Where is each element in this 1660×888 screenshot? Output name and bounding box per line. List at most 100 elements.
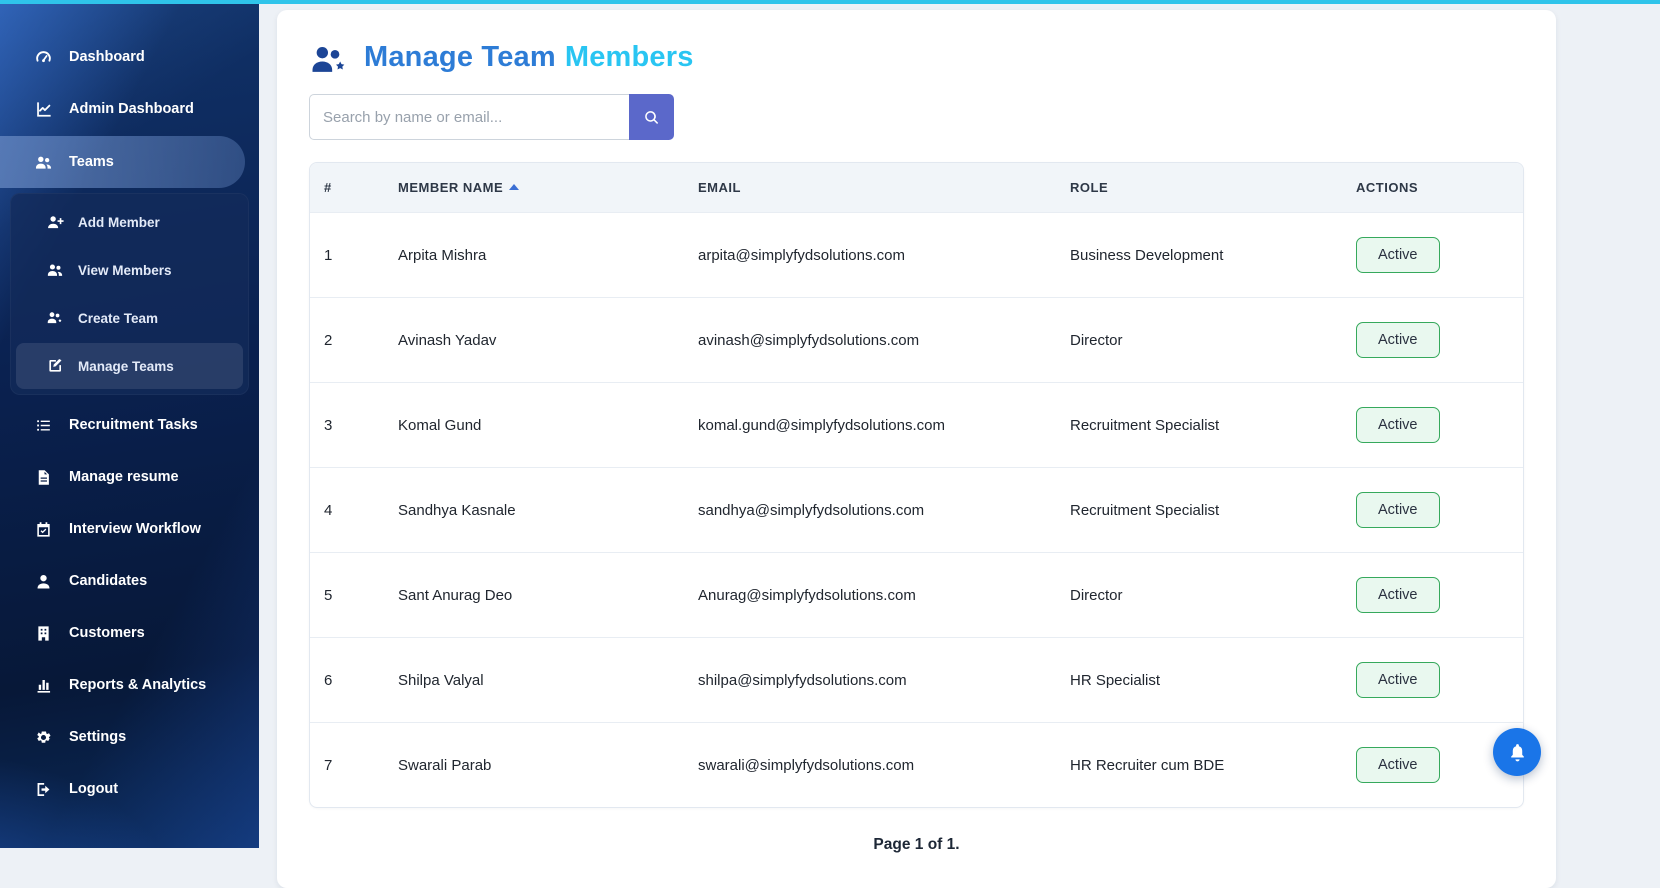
building-icon bbox=[34, 624, 53, 643]
search-bar bbox=[309, 94, 1524, 140]
edit-icon bbox=[46, 357, 64, 375]
sidebar-nav: Dashboard Admin Dashboard Teams Add Memb… bbox=[0, 0, 259, 814]
list-icon bbox=[34, 416, 53, 435]
status-active-button[interactable]: Active bbox=[1356, 747, 1440, 783]
sidebar-item-logout[interactable]: Logout bbox=[0, 764, 259, 814]
status-active-button[interactable]: Active bbox=[1356, 322, 1440, 358]
column-header-email: EMAIL bbox=[684, 163, 1056, 213]
users-gear-icon bbox=[46, 309, 64, 327]
column-header-member-name[interactable]: MEMBER NAME bbox=[384, 163, 684, 213]
chart-line-icon bbox=[34, 100, 53, 119]
cell-index: 7 bbox=[310, 723, 384, 808]
users-icon bbox=[34, 153, 53, 172]
bell-icon bbox=[1507, 742, 1528, 763]
sidebar-item-view-members[interactable]: View Members bbox=[16, 247, 243, 293]
cell-index: 6 bbox=[310, 638, 384, 723]
cell-role: Recruitment Specialist bbox=[1056, 468, 1342, 553]
status-active-button[interactable]: Active bbox=[1356, 492, 1440, 528]
sidebar-item-manage-resume[interactable]: Manage resume bbox=[0, 452, 259, 502]
column-header-index: # bbox=[310, 163, 384, 213]
cell-actions: Active bbox=[1342, 468, 1523, 553]
sort-ascending-icon bbox=[509, 184, 519, 190]
page-title-accent: Members bbox=[565, 41, 694, 73]
cell-email: swarali@simplyfydsolutions.com bbox=[684, 723, 1056, 808]
sidebar-item-label: Candidates bbox=[69, 573, 147, 589]
cell-member-name: Komal Gund bbox=[384, 383, 684, 468]
sidebar-item-admin-dashboard[interactable]: Admin Dashboard bbox=[0, 84, 259, 134]
user-plus-icon bbox=[46, 213, 64, 231]
cell-email: Anurag@simplyfydsolutions.com bbox=[684, 553, 1056, 638]
cell-member-name: Arpita Mishra bbox=[384, 213, 684, 298]
user-icon bbox=[34, 572, 53, 591]
status-active-button[interactable]: Active bbox=[1356, 577, 1440, 613]
sidebar-item-label: Add Member bbox=[78, 215, 160, 230]
gauge-icon bbox=[34, 48, 53, 67]
top-accent-strip bbox=[0, 0, 1660, 4]
page-title-primary: Manage Team bbox=[364, 41, 556, 73]
sidebar-item-reports-analytics[interactable]: Reports & Analytics bbox=[0, 660, 259, 710]
sidebar-item-customers[interactable]: Customers bbox=[0, 608, 259, 658]
table-row: 6 Shilpa Valyal shilpa@simplyfydsolution… bbox=[310, 638, 1523, 723]
page-header: Manage Team Members bbox=[309, 40, 1524, 74]
sidebar-item-recruitment-tasks[interactable]: Recruitment Tasks bbox=[0, 400, 259, 450]
search-button[interactable] bbox=[629, 94, 674, 140]
file-icon bbox=[34, 468, 53, 487]
teams-submenu: Add Member View Members Create Team Mana… bbox=[10, 193, 249, 395]
cell-index: 1 bbox=[310, 213, 384, 298]
cell-email: komal.gund@simplyfydsolutions.com bbox=[684, 383, 1056, 468]
bar-chart-icon bbox=[34, 676, 53, 695]
sidebar-item-label: Customers bbox=[69, 625, 145, 641]
cell-actions: Active bbox=[1342, 298, 1523, 383]
sidebar-item-teams[interactable]: Teams bbox=[0, 136, 245, 188]
cell-member-name: Sandhya Kasnale bbox=[384, 468, 684, 553]
sidebar-item-label: View Members bbox=[78, 263, 172, 278]
cell-index: 2 bbox=[310, 298, 384, 383]
table-row: 1 Arpita Mishra arpita@simplyfydsolution… bbox=[310, 213, 1523, 298]
status-active-button[interactable]: Active bbox=[1356, 407, 1440, 443]
notifications-fab-button[interactable] bbox=[1493, 728, 1541, 776]
sidebar-item-label: Interview Workflow bbox=[69, 521, 201, 537]
table-row: 3 Komal Gund komal.gund@simplyfydsolutio… bbox=[310, 383, 1523, 468]
cell-member-name: Shilpa Valyal bbox=[384, 638, 684, 723]
cell-actions: Active bbox=[1342, 383, 1523, 468]
sidebar: Dashboard Admin Dashboard Teams Add Memb… bbox=[0, 0, 259, 848]
status-active-button[interactable]: Active bbox=[1356, 237, 1440, 273]
cell-role: HR Specialist bbox=[1056, 638, 1342, 723]
status-active-button[interactable]: Active bbox=[1356, 662, 1440, 698]
cell-member-name: Sant Anurag Deo bbox=[384, 553, 684, 638]
table-row: 2 Avinash Yadav avinash@simplyfydsolutio… bbox=[310, 298, 1523, 383]
gear-icon bbox=[34, 728, 53, 747]
sidebar-item-label: Dashboard bbox=[69, 49, 145, 65]
table-row: 5 Sant Anurag Deo Anurag@simplyfydsoluti… bbox=[310, 553, 1523, 638]
cell-role: Director bbox=[1056, 298, 1342, 383]
cell-email: arpita@simplyfydsolutions.com bbox=[684, 213, 1056, 298]
cell-email: sandhya@simplyfydsolutions.com bbox=[684, 468, 1056, 553]
members-table: # MEMBER NAME EMAIL ROLE ACTIONS 1 Arpit… bbox=[309, 162, 1524, 808]
cell-role: Director bbox=[1056, 553, 1342, 638]
cell-index: 3 bbox=[310, 383, 384, 468]
cell-email: shilpa@simplyfydsolutions.com bbox=[684, 638, 1056, 723]
sidebar-item-label: Recruitment Tasks bbox=[69, 417, 198, 433]
sidebar-item-label: Manage resume bbox=[69, 469, 179, 485]
cell-email: avinash@simplyfydsolutions.com bbox=[684, 298, 1056, 383]
column-header-actions: ACTIONS bbox=[1342, 163, 1523, 213]
sidebar-item-add-member[interactable]: Add Member bbox=[16, 199, 243, 245]
pagination-label: Page 1 of 1. bbox=[309, 836, 1524, 854]
cell-actions: Active bbox=[1342, 553, 1523, 638]
sidebar-item-create-team[interactable]: Create Team bbox=[16, 295, 243, 341]
sidebar-item-interview-workflow[interactable]: Interview Workflow bbox=[0, 504, 259, 554]
cell-role: HR Recruiter cum BDE bbox=[1056, 723, 1342, 808]
cell-actions: Active bbox=[1342, 213, 1523, 298]
table-row: 4 Sandhya Kasnale sandhya@simplyfydsolut… bbox=[310, 468, 1523, 553]
main-content: Manage Team Members # MEMBER NAME EMAIL R… bbox=[259, 0, 1660, 888]
sidebar-item-dashboard[interactable]: Dashboard bbox=[0, 32, 259, 82]
sidebar-item-label: Settings bbox=[69, 729, 126, 745]
sidebar-item-label: Create Team bbox=[78, 311, 158, 326]
search-input[interactable] bbox=[309, 94, 629, 140]
cell-index: 4 bbox=[310, 468, 384, 553]
table-header-row: # MEMBER NAME EMAIL ROLE ACTIONS bbox=[310, 163, 1523, 213]
sidebar-item-settings[interactable]: Settings bbox=[0, 712, 259, 762]
cell-index: 5 bbox=[310, 553, 384, 638]
sidebar-item-candidates[interactable]: Candidates bbox=[0, 556, 259, 606]
sidebar-item-manage-teams[interactable]: Manage Teams bbox=[16, 343, 243, 389]
